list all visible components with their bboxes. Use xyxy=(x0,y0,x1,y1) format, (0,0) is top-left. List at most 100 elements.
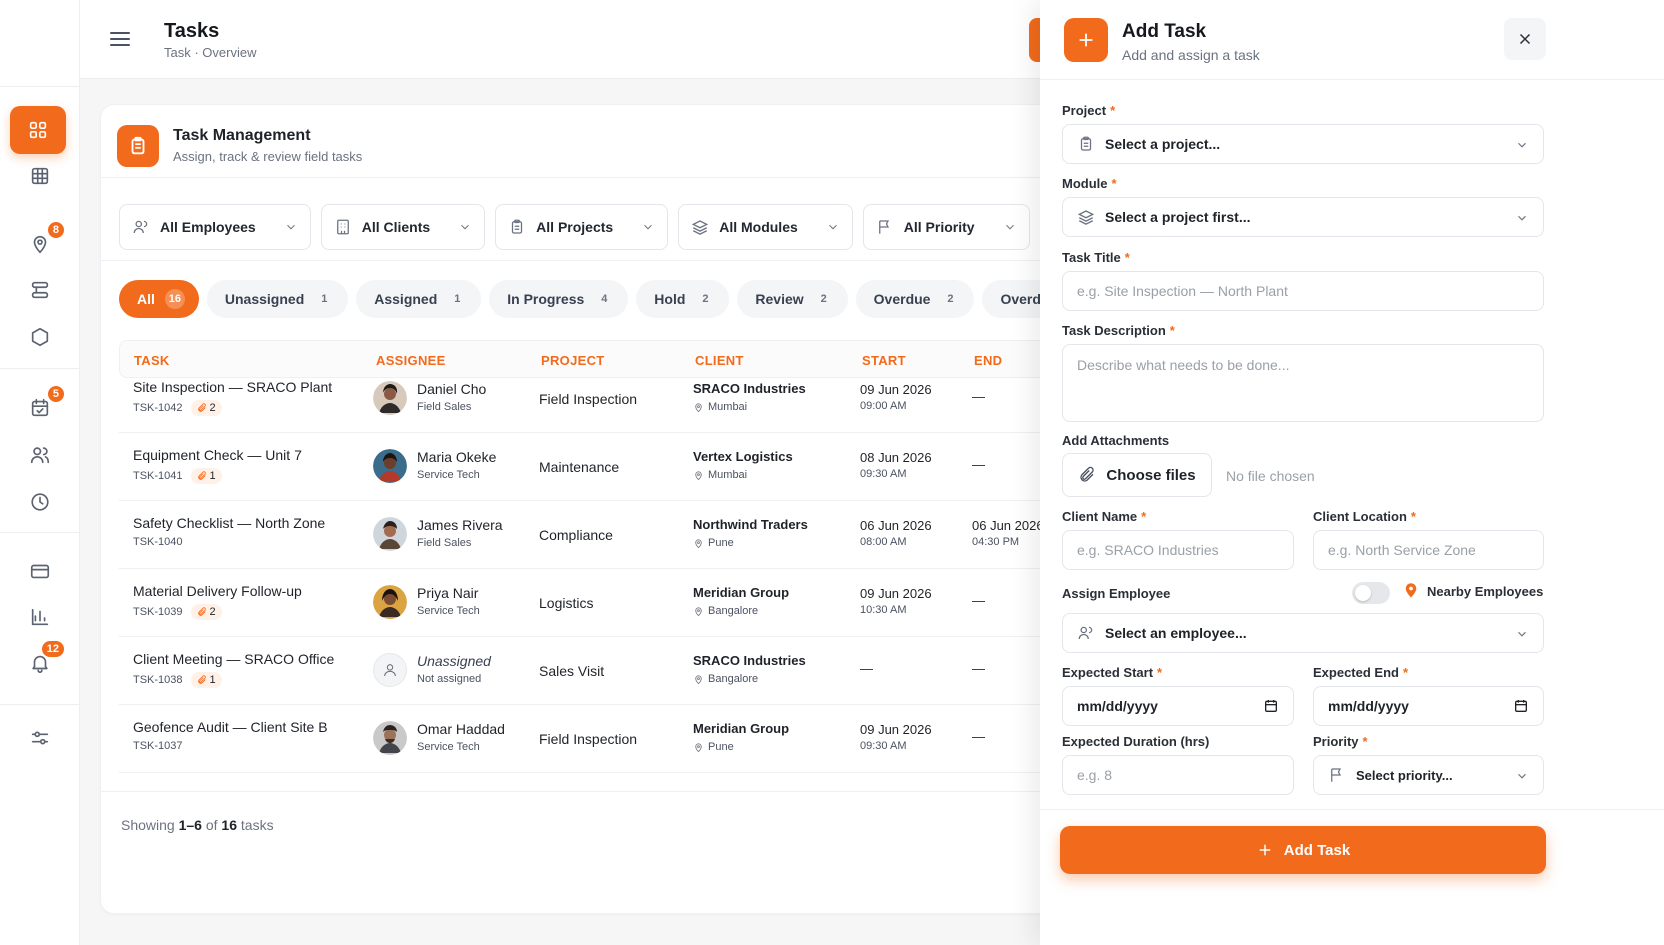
add-task-button[interactable]: Add Task xyxy=(1060,826,1546,874)
sidebar-item-locations[interactable]: 8 xyxy=(20,220,66,264)
task-description-textarea[interactable]: Describe what needs to be done... xyxy=(1062,344,1544,422)
pagination-total: 16 xyxy=(221,817,237,833)
attachments-label: Add Attachments xyxy=(1062,433,1170,448)
module-select-value: Select a project first... xyxy=(1105,209,1251,225)
table-row[interactable]: Client Meeting — SRACO Office TSK-1038 1 … xyxy=(119,639,1109,705)
chevron-down-icon xyxy=(1518,215,1526,221)
start-date: 09 Jun 2026 xyxy=(860,586,932,601)
paperclip-icon xyxy=(197,403,206,412)
required-mark: * xyxy=(1124,250,1130,265)
table-row[interactable]: Site Inspection — SRACO Plant TSK-1042 2 … xyxy=(119,367,1109,433)
filter-projects[interactable]: All Projects xyxy=(495,204,669,250)
assignee-name: Unassigned xyxy=(417,653,491,669)
card-divider xyxy=(101,177,1109,178)
calendar-icon[interactable] xyxy=(1513,698,1529,714)
required-mark: * xyxy=(1141,509,1147,524)
column-header-start[interactable]: START xyxy=(862,353,906,368)
client-name-input[interactable]: e.g. SRACO Industries xyxy=(1062,530,1294,570)
assignee-role: Service Tech xyxy=(417,741,480,753)
tab-overdue[interactable]: Overdue 2 xyxy=(855,280,975,318)
attachment-count: 2 xyxy=(190,604,222,620)
pagination-range: 1–6 xyxy=(178,817,202,833)
tab-review[interactable]: Review 2 xyxy=(737,280,848,318)
client-name: Vertex Logistics xyxy=(693,449,793,464)
drawer-subtitle: Add and assign a task xyxy=(1122,47,1260,63)
plus-icon xyxy=(1064,18,1108,62)
client-location-text: Mumbai xyxy=(708,401,748,413)
tab-hold[interactable]: Hold 2 xyxy=(636,280,730,318)
task-title-label-text: Task Title xyxy=(1062,250,1121,265)
sidebar-item-users[interactable] xyxy=(20,435,60,475)
sidebar-item-schedule[interactable]: 5 xyxy=(20,384,66,428)
filter-employees[interactable]: All Employees xyxy=(119,204,311,250)
sidebar-item-reports[interactable] xyxy=(20,597,60,637)
sidebar-item-modules[interactable] xyxy=(20,317,60,357)
expected-start-label-text: Expected Start xyxy=(1062,665,1154,680)
table-row[interactable]: Material Delivery Follow-up TSK-1039 2 Pr… xyxy=(119,571,1109,637)
assignee-name: Maria Okeke xyxy=(417,449,497,465)
task-title-input[interactable]: e.g. Site Inspection — North Plant xyxy=(1062,271,1544,311)
project-name: Sales Visit xyxy=(539,663,605,679)
expected-end-input[interactable]: mm/dd/yyyy xyxy=(1313,686,1544,726)
client-location: Pune xyxy=(693,537,734,549)
required-mark: * xyxy=(1410,509,1416,524)
required-mark: * xyxy=(1169,323,1175,338)
filter-clients[interactable]: All Clients xyxy=(320,204,486,250)
column-header-task[interactable]: TASK xyxy=(134,353,170,368)
client-name: SRACO Industries xyxy=(693,653,806,668)
sidebar-item-settings[interactable] xyxy=(20,718,60,758)
priority-label-text: Priority xyxy=(1313,734,1359,749)
client-location-text: Bangalore xyxy=(708,605,759,617)
column-header-end[interactable]: END xyxy=(974,353,1002,368)
client-location-input[interactable]: e.g. North Service Zone xyxy=(1313,530,1544,570)
sidebar-item-dashboard[interactable] xyxy=(10,106,66,154)
calendar-icon[interactable] xyxy=(1263,698,1279,714)
table-row[interactable]: Safety Checklist — North Zone TSK-1040 J… xyxy=(119,503,1109,569)
assignee-role: Field Sales xyxy=(417,537,472,549)
menu-icon[interactable] xyxy=(110,28,132,50)
filter-priority[interactable]: All Priority xyxy=(862,204,1030,250)
tab-all[interactable]: All 16 xyxy=(119,280,199,318)
column-header-project[interactable]: PROJECT xyxy=(541,353,605,368)
choose-files-button[interactable]: Choose files xyxy=(1062,453,1212,497)
start-date: — xyxy=(860,661,873,676)
client-name: Northwind Traders xyxy=(693,517,808,532)
employee-select[interactable]: Select an employee... xyxy=(1062,613,1544,653)
table-row[interactable]: Geofence Audit — Client Site B TSK-1037 … xyxy=(119,707,1109,773)
project-select[interactable]: Select a project... xyxy=(1062,124,1544,164)
tab-assigned[interactable]: Assigned 1 xyxy=(356,280,482,318)
expected-start-input[interactable]: mm/dd/yyyy xyxy=(1062,686,1294,726)
close-button[interactable] xyxy=(1504,18,1546,60)
tab-count: 2 xyxy=(702,293,709,305)
nearby-employees-label: Nearby Employees xyxy=(1427,584,1544,599)
module-select[interactable]: Select a project first... xyxy=(1062,197,1544,237)
sidebar-item-history[interactable] xyxy=(20,482,60,522)
end-time: 04:30 PM xyxy=(972,536,1020,548)
expected-duration-input[interactable]: e.g. 8 xyxy=(1062,755,1294,795)
sidebar-item-grid[interactable] xyxy=(20,156,60,196)
tab-in-progress[interactable]: In Progress 4 xyxy=(489,280,629,318)
priority-select[interactable]: Select priority... xyxy=(1313,755,1544,795)
client-location-placeholder: e.g. North Service Zone xyxy=(1328,542,1476,558)
start-date: 06 Jun 2026 xyxy=(860,518,932,533)
status-tabs: All 16 Unassigned 1 Assigned 1 In Progress 4… xyxy=(119,280,1109,318)
pagination-prefix: Showing xyxy=(121,817,175,833)
sidebar-item-billing[interactable] xyxy=(20,551,60,591)
tab-unassigned[interactable]: Unassigned 1 xyxy=(206,280,349,318)
sidebar-item-routes[interactable] xyxy=(20,270,60,310)
assign-employee-label: Assign Employee xyxy=(1062,586,1171,601)
sidebar-item-notifications[interactable]: 12 xyxy=(20,639,66,683)
filter-modules[interactable]: All Modules xyxy=(678,204,853,250)
card-divider xyxy=(101,791,1109,792)
nearby-employees-toggle[interactable] xyxy=(1352,582,1390,604)
users-icon xyxy=(30,447,50,464)
avatar xyxy=(373,517,407,551)
column-header-client[interactable]: CLIENT xyxy=(695,353,744,368)
column-header-assignee[interactable]: ASSIGNEE xyxy=(376,353,446,368)
table-row[interactable]: Equipment Check — Unit 7 TSK-1041 1 Maria… xyxy=(119,435,1109,501)
tab-count: 2 xyxy=(820,293,827,305)
task-id: TSK-1038 xyxy=(133,674,183,686)
assignee-role: Not assigned xyxy=(417,673,482,685)
client-location-text: Mumbai xyxy=(708,469,748,481)
drawer-header: Add Task Add and assign a task xyxy=(1040,0,1664,80)
